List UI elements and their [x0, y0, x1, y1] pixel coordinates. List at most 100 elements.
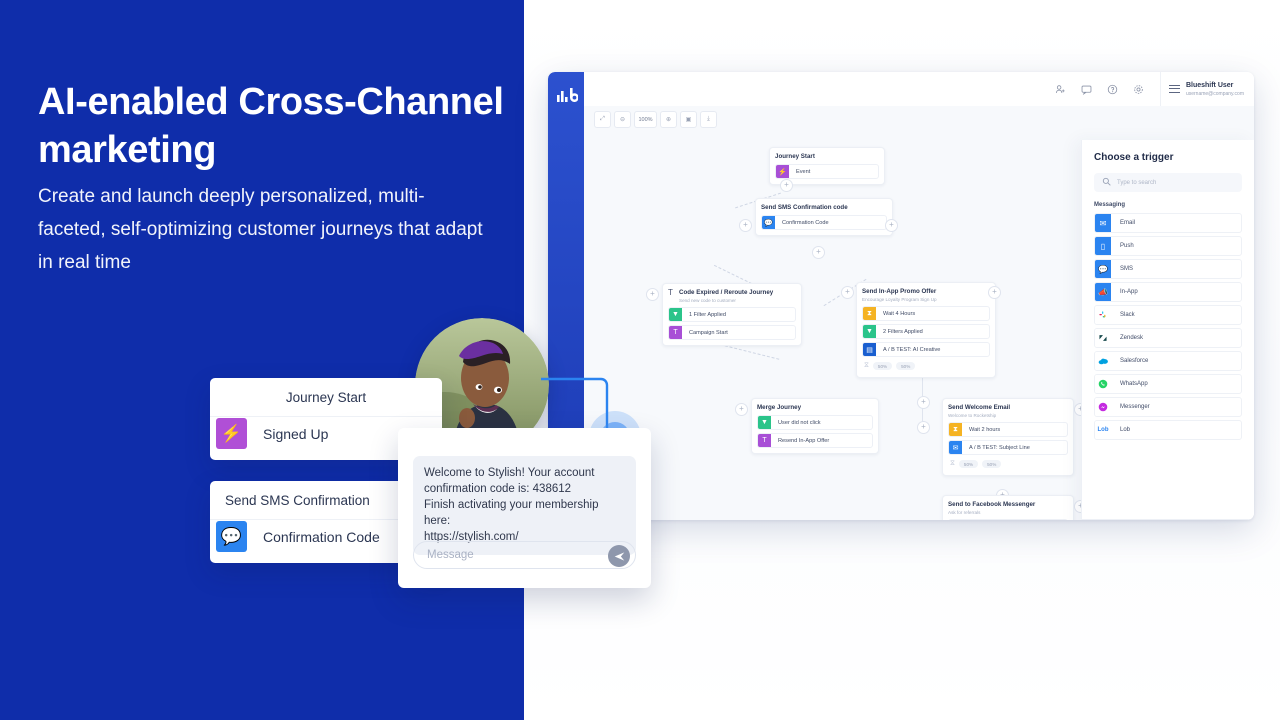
- salesforce-icon: [1095, 352, 1111, 370]
- ab-split: ⧖ 50% 50%: [862, 360, 990, 372]
- canvas-toolbar: ⤢ ⊖ 100% ⊕ ▣ ⤓: [594, 111, 717, 128]
- node-title: Send SMS Confirmation code: [761, 204, 848, 211]
- node-row-label: Confirmation Code: [782, 219, 829, 226]
- node-row-label: A / B TEST: Subject Line: [969, 444, 1030, 451]
- node-row[interactable]: ⧗ Wait 2 hours: [948, 422, 1068, 437]
- trigger-search-input[interactable]: Type to search: [1094, 173, 1242, 192]
- add-step-button[interactable]: +: [988, 286, 1001, 299]
- zendesk-icon: [1095, 329, 1111, 347]
- journey-node[interactable]: Send In-App Promo Offer Encourage Loyalt…: [856, 282, 996, 378]
- add-step-button[interactable]: +: [780, 179, 793, 192]
- email-icon: ✉: [1095, 214, 1111, 232]
- trigger-panel-title: Choose a trigger: [1094, 152, 1174, 163]
- journey-node[interactable]: Send to Facebook Messenger Ask for refer…: [942, 495, 1074, 520]
- node-row[interactable]: ⧗ Wait 4 Hours: [862, 306, 990, 321]
- slack-icon: [1095, 306, 1111, 324]
- menu-icon: [1168, 84, 1180, 94]
- journey-node[interactable]: Send SMS Confirmation code 💬 Confirmatio…: [755, 198, 893, 236]
- trigger-item-in-app[interactable]: 📣 In-App: [1094, 282, 1242, 302]
- overlay-card-title: Journey Start: [210, 378, 442, 417]
- node-row[interactable]: ▼ 2 Filters Applied: [862, 324, 990, 339]
- add-step-button[interactable]: +: [646, 288, 659, 301]
- trigger-item-label: SMS: [1120, 266, 1134, 272]
- whatsapp-icon: [1095, 375, 1111, 393]
- add-step-button[interactable]: +: [739, 219, 752, 232]
- trigger-item-label: Messenger: [1120, 404, 1150, 410]
- sms-icon: 💬: [1095, 260, 1111, 278]
- add-user-icon[interactable]: [1052, 80, 1070, 98]
- email-icon: ✉: [949, 441, 962, 454]
- node-row[interactable]: ▼ User did not click: [757, 415, 873, 430]
- connector: [713, 264, 753, 285]
- sms-icon: 💬: [762, 216, 775, 229]
- zoom-in-icon[interactable]: ⊕: [660, 111, 677, 128]
- node-row[interactable]: T Resend In-App Offer: [757, 433, 873, 448]
- trigger-item-lob[interactable]: Lob Lob: [1094, 420, 1242, 440]
- trigger-item-label: Push: [1120, 243, 1134, 249]
- trigger-item-zendesk[interactable]: Zendesk: [1094, 328, 1242, 348]
- node-title: Code Expired / Reroute Journey: [679, 289, 774, 296]
- user-menu[interactable]: Blueshift User username@company.com: [1159, 72, 1254, 106]
- node-row[interactable]: T Campaign Start: [668, 325, 796, 340]
- campaign-icon: T: [758, 434, 771, 447]
- journey-node[interactable]: Send Welcome Email Welcome to Rocketship…: [942, 398, 1074, 476]
- feedback-icon[interactable]: [1078, 80, 1096, 98]
- trigger-item-push[interactable]: ▯ Push: [1094, 236, 1242, 256]
- node-title: Merge Journey: [757, 404, 802, 411]
- help-icon[interactable]: [1104, 80, 1122, 98]
- add-step-button[interactable]: +: [917, 396, 930, 409]
- zoom-out-icon[interactable]: ⊖: [614, 111, 631, 128]
- node-row[interactable]: ⧗ Predictive Optimization: [948, 519, 1068, 520]
- overlay-card-row-label: Signed Up: [263, 425, 329, 442]
- node-row-label: Wait 2 hours: [969, 426, 1001, 433]
- node-row[interactable]: 💬 Confirmation Code: [761, 215, 887, 230]
- sms-icon: 💬: [216, 521, 247, 552]
- node-row[interactable]: ▼ 1 Filter Applied: [668, 307, 796, 322]
- journey-canvas[interactable]: ⤢ ⊖ 100% ⊕ ▣ ⤓ Journey Start ⚡ Event + S…: [584, 106, 1254, 520]
- trigger-item-label: Salesforce: [1120, 358, 1149, 364]
- trigger-item-slack[interactable]: Slack: [1094, 305, 1242, 325]
- trigger-item-email[interactable]: ✉ Email: [1094, 213, 1242, 233]
- trigger-item-sms[interactable]: 💬 SMS: [1094, 259, 1242, 279]
- trigger-item-label: Slack: [1120, 312, 1135, 318]
- settings-icon[interactable]: [1130, 80, 1148, 98]
- expand-icon[interactable]: ⤢: [594, 111, 611, 128]
- fit-screen-icon[interactable]: ▣: [680, 111, 697, 128]
- node-row-label: Campaign Start: [689, 329, 728, 336]
- add-step-button[interactable]: +: [812, 246, 825, 259]
- trigger-panel-footer: Cancel: [1082, 519, 1254, 520]
- download-icon[interactable]: ⤓: [700, 111, 717, 128]
- trigger-item-messenger[interactable]: Messenger: [1094, 397, 1242, 417]
- sms-line-3: Finish activating your membership here:: [424, 499, 599, 527]
- bolt-icon: ⚡: [216, 418, 247, 449]
- trigger-item-label: WhatsApp: [1120, 381, 1148, 387]
- sms-line-2: confirmation code is: 438612: [424, 483, 572, 495]
- add-step-button[interactable]: +: [917, 421, 930, 434]
- trigger-item-salesforce[interactable]: Salesforce: [1094, 351, 1242, 371]
- split-percent: 50%: [958, 460, 979, 468]
- node-subtitle: Ask for referrals: [948, 510, 981, 515]
- node-row[interactable]: ▤ A / B TEST: AI Creative: [862, 342, 990, 357]
- node-row-label: 1 Filter Applied: [689, 311, 727, 318]
- add-step-button[interactable]: +: [735, 403, 748, 416]
- connector: [724, 345, 780, 360]
- hourglass-icon: ⧗: [863, 307, 876, 320]
- add-step-button[interactable]: +: [885, 219, 898, 232]
- trigger-item-whatsapp[interactable]: WhatsApp: [1094, 374, 1242, 394]
- page-title: AI-enabled Cross-Channel marketing: [38, 81, 504, 171]
- journey-node[interactable]: T Code Expired / Reroute Journey Send ne…: [662, 283, 802, 346]
- send-icon[interactable]: [608, 545, 630, 567]
- message-input[interactable]: Message: [413, 541, 636, 569]
- blueshift-logo-icon: [557, 88, 578, 103]
- trigger-panel: Choose a trigger Type to search Messagin…: [1081, 140, 1254, 520]
- sms-line-1: Welcome to Stylish! Your account: [424, 467, 595, 479]
- node-row[interactable]: ✉ A / B TEST: Subject Line: [948, 440, 1068, 455]
- node-row-label: User did not click: [778, 419, 821, 426]
- add-step-button[interactable]: +: [841, 286, 854, 299]
- split-icon: ⧖: [864, 362, 869, 369]
- push-icon: ▯: [1095, 237, 1111, 255]
- user-name: Blueshift User: [1185, 81, 1234, 89]
- node-row-label: Resend In-App Offer: [778, 437, 830, 444]
- journey-node[interactable]: Merge Journey ▼ User did not click T Res…: [751, 398, 879, 454]
- node-row[interactable]: ⚡ Event: [775, 164, 879, 179]
